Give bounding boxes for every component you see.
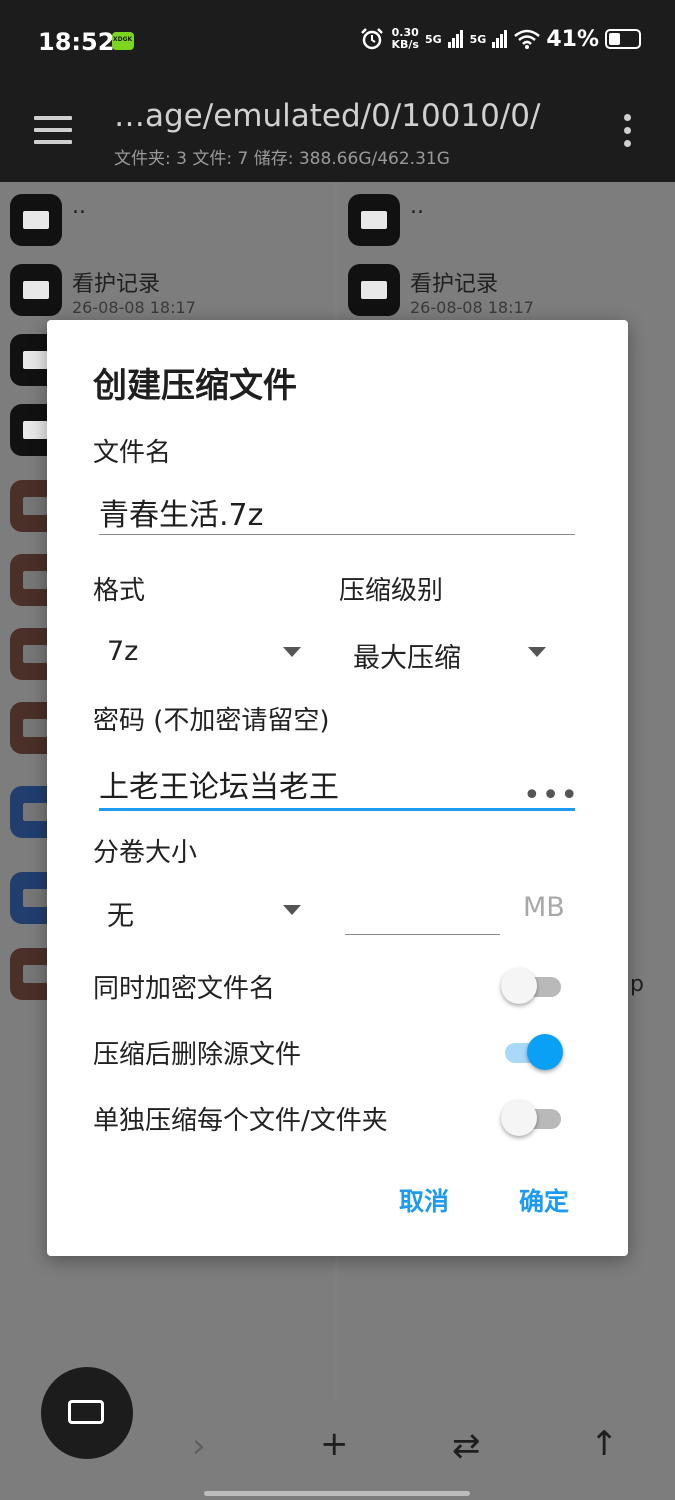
level-label: 压缩级别 <box>339 576 444 606</box>
swap-panes-icon[interactable]: ⇄ <box>452 1426 481 1466</box>
password-input[interactable]: 上老王论坛当老王 <box>99 762 575 806</box>
battery-percent: 41% <box>546 26 599 52</box>
toggle-label: 压缩后删除源文件 <box>93 1040 302 1070</box>
filename-input[interactable]: 青春生活.7z <box>99 490 575 534</box>
app-toolbar: …age/emulated/0/10010/0/ 文件夹: 3 文件: 7 储存… <box>0 84 675 182</box>
toggle-label: 同时加密文件名 <box>93 974 276 1004</box>
storage-stats: 文件夹: 3 文件: 7 储存: 388.66G/462.31G <box>114 149 450 169</box>
toggle-switch[interactable] <box>501 966 563 1006</box>
battery-icon <box>605 29 641 49</box>
toggle-label: 单独压缩每个文件/文件夹 <box>93 1106 388 1136</box>
format-select[interactable]: 7z <box>107 636 138 667</box>
volume-size-select[interactable]: 无 <box>107 894 134 933</box>
cancel-button[interactable]: 取消 <box>399 1182 449 1218</box>
dialog-title: 创建压缩文件 <box>93 366 297 406</box>
status-bar: 18:52 XDGK 0.30 KB/s 5G 5G 41% <box>0 0 675 84</box>
alarm-icon <box>361 28 384 50</box>
net-speed: 0.30 KB/s <box>391 26 419 51</box>
app-badge-icon: XDGK <box>112 32 134 50</box>
sim1-label: 5G <box>424 32 442 46</box>
clock: 18:52 <box>38 28 115 56</box>
level-select[interactable]: 最大压缩 <box>353 636 461 675</box>
file-date: 26-08-08 18:17 <box>410 298 534 317</box>
filename-label: 文件名 <box>93 438 172 468</box>
file-list-item[interactable]: .. <box>338 194 675 264</box>
folder-icon <box>10 264 62 316</box>
folder-icon <box>10 194 62 246</box>
truncated-text: p <box>630 972 644 997</box>
forward-arrow-icon[interactable]: › <box>192 1426 206 1466</box>
volume-size-input[interactable] <box>345 892 500 932</box>
file-name: .. <box>410 194 424 219</box>
status-icons: 0.30 KB/s 5G 5G 41% <box>359 26 641 52</box>
ok-button[interactable]: 确定 <box>519 1182 569 1218</box>
format-label: 格式 <box>93 576 146 606</box>
current-path[interactable]: …age/emulated/0/10010/0/ <box>114 98 540 134</box>
file-name: 看护记录 <box>72 272 161 297</box>
toggle-switch[interactable] <box>501 1098 563 1138</box>
folder-icon <box>348 264 400 316</box>
signal-icon <box>492 30 508 48</box>
signal-icon <box>447 30 463 48</box>
password-label: 密码 (不加密请留空) <box>93 706 330 736</box>
file-name: .. <box>72 194 86 219</box>
toggle-switch[interactable] <box>501 1032 563 1072</box>
password-underline <box>99 808 575 811</box>
file-date: 26-08-08 18:17 <box>72 298 196 317</box>
screen-icon <box>68 1400 104 1424</box>
folder-icon <box>348 194 400 246</box>
screen-float-button[interactable] <box>41 1367 133 1459</box>
chevron-down-icon[interactable] <box>528 647 546 657</box>
file-name: 看护记录 <box>410 272 499 297</box>
volume-size-underline <box>345 934 500 935</box>
overflow-menu-icon[interactable] <box>624 114 632 153</box>
chevron-down-icon[interactable] <box>283 905 301 915</box>
volume-size-label: 分卷大小 <box>93 838 198 868</box>
chevron-down-icon[interactable] <box>283 647 301 657</box>
home-indicator[interactable] <box>204 1491 470 1496</box>
create-archive-dialog: 创建压缩文件 文件名 青春生活.7z 格式 压缩级别 7z 最大压缩 密码 (不… <box>47 320 628 1256</box>
app-badge-text: XDGK <box>113 36 133 43</box>
menu-icon[interactable] <box>34 116 72 144</box>
wifi-icon <box>514 29 541 49</box>
file-list-item[interactable]: .. <box>0 194 335 264</box>
up-arrow-icon[interactable]: ↑ <box>590 1424 619 1464</box>
add-icon[interactable]: + <box>320 1424 349 1464</box>
sim2-label: 5G <box>469 32 487 46</box>
volume-unit-label: MB <box>523 892 565 923</box>
filename-underline <box>99 534 575 535</box>
